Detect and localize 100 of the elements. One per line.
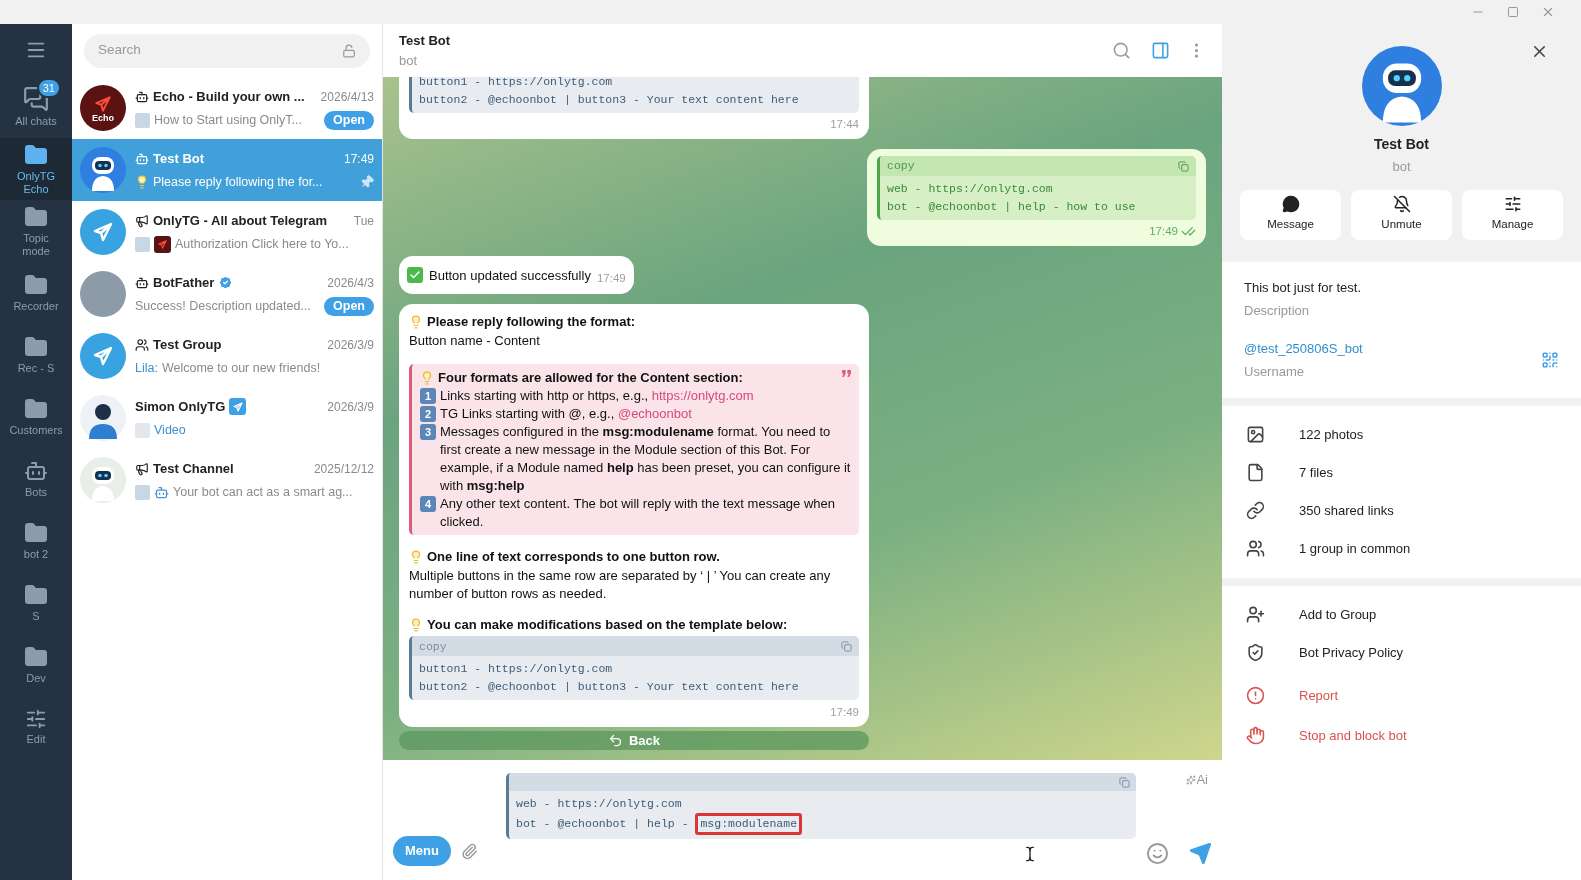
search-input[interactable]: Search <box>98 40 342 61</box>
send-icon[interactable] <box>1189 842 1212 865</box>
folder-tab[interactable]: Edit <box>0 696 72 758</box>
emoji-icon[interactable] <box>1146 842 1169 865</box>
media-row[interactable]: 350 shared links <box>1222 491 1581 530</box>
sparkle-icon <box>1186 774 1197 785</box>
profile-option[interactable]: Bot Privacy Policy <box>1222 633 1581 672</box>
copy-label: copy <box>419 638 447 655</box>
copy-icon[interactable] <box>1178 160 1189 172</box>
list-item-text: Links starting with http or https, e.g., https://onlytg.com <box>440 387 754 406</box>
folder-label: bot 2 <box>23 548 49 561</box>
username-link[interactable]: @test_250806S_bot <box>1244 338 1363 358</box>
message-time: 17:44 <box>830 116 859 132</box>
link[interactable]: @echoonbot <box>617 406 692 422</box>
bell-off-icon <box>1392 195 1411 214</box>
plane-logo-thumbnail <box>154 235 171 253</box>
chat-date: 2026/3/9 <box>327 336 374 354</box>
media-label: 1 group in common <box>1299 539 1411 558</box>
ai-button[interactable]: Ai <box>1196 770 1208 790</box>
copy-icon[interactable] <box>1119 776 1130 788</box>
folder-label: Customers <box>9 424 63 437</box>
side-panel-icon[interactable] <box>1151 41 1170 60</box>
folder-icon <box>24 397 48 421</box>
photo-placeholder <box>80 271 126 317</box>
file-icon <box>1246 463 1265 482</box>
chat-title: Test Bot <box>399 32 452 50</box>
chat-name: Test Group <box>153 335 222 354</box>
folder-icon <box>24 204 48 229</box>
folder-tab[interactable]: bot 2 <box>0 510 72 572</box>
chat-date: 2026/3/9 <box>327 398 374 416</box>
media-row[interactable]: 122 photos <box>1222 415 1581 454</box>
media-row[interactable]: 7 files <box>1222 453 1581 492</box>
folder-icon <box>24 645 48 669</box>
robot-icon <box>154 484 169 500</box>
profile-action-button[interactable]: Manage <box>1462 189 1563 240</box>
folder-tab[interactable]: S <box>0 572 72 634</box>
paper-plane-avatar <box>80 333 126 379</box>
search-icon[interactable] <box>1112 41 1131 60</box>
qr-code-icon[interactable] <box>1541 351 1559 369</box>
open-button[interactable]: Open <box>324 110 374 130</box>
folder-label: Edit <box>26 733 46 746</box>
message-input-field[interactable]: web - https://onlytg.com bot - @echoonbot | help - msg:modulename <box>506 773 1136 839</box>
folder-tab[interactable]: 31 All chats <box>0 76 72 138</box>
profile-option[interactable]: Add to Group <box>1222 595 1581 634</box>
message-text: Button updated successfully <box>429 266 591 285</box>
folder-tab[interactable]: OnlyTG Echo <box>0 138 72 200</box>
option-label: Report <box>1299 686 1339 705</box>
folder-icon <box>24 273 48 297</box>
list-item-text: TG Links starting with @, e.g., @echoonbot <box>440 405 692 424</box>
profile-action-button[interactable]: Message <box>1240 189 1341 240</box>
folder-label: OnlyTG Echo <box>16 169 56 196</box>
message-preview: Authorization Click here to Yo... <box>175 235 349 253</box>
copy-icon[interactable] <box>841 640 852 652</box>
folder-tab[interactable]: Customers <box>0 386 72 448</box>
code-line: button1 - https://onlytg.com <box>419 661 614 678</box>
option-label: Add to Group <box>1299 605 1377 624</box>
maximize-icon[interactable] <box>1507 6 1519 18</box>
media-row[interactable]: 1 group in common <box>1222 529 1581 568</box>
lightbulb-icon <box>420 370 434 385</box>
chat-list-item[interactable]: Test Bot 17:49 Please reply following the for... <box>72 139 382 201</box>
profile-option[interactable]: Stop and block bot <box>1222 715 1581 756</box>
chat-name: Test Bot <box>153 149 205 168</box>
message-text: Button name - Content <box>409 331 541 350</box>
chat-date: Tue <box>353 212 374 230</box>
image-icon <box>1246 425 1265 444</box>
lock-icon[interactable] <box>342 43 356 58</box>
megaphone-icon <box>135 461 149 476</box>
profile-action-button[interactable]: Unmute <box>1351 189 1452 240</box>
code-line: web - https://onlytg.com <box>516 796 682 812</box>
shield-check-icon <box>1246 643 1265 662</box>
folder-tab[interactable]: Rec - S <box>0 324 72 386</box>
sliders-icon <box>25 708 47 730</box>
folder-label: Bots <box>25 486 47 499</box>
open-button[interactable]: Open <box>324 296 374 316</box>
media-label: 350 shared links <box>1299 501 1394 520</box>
folder-icon <box>24 583 48 607</box>
chat-name: BotFather <box>153 273 215 292</box>
echo-logo-avatar: Echo <box>80 85 126 131</box>
bot-icon <box>135 275 149 290</box>
folder-tab[interactable]: Recorder <box>0 262 72 324</box>
video-thumbnail-placeholder <box>135 422 150 438</box>
number-key-icon: 2 <box>420 406 436 423</box>
inline-keyboard-button[interactable]: Back <box>399 730 869 750</box>
chat-subtitle: bot <box>399 51 419 70</box>
quote-heading: Four formats are allowed for the Content section: <box>438 368 743 387</box>
folder-tab[interactable]: Dev <box>0 634 72 696</box>
search-field[interactable]: Search <box>84 33 370 68</box>
attach-icon[interactable] <box>460 841 478 862</box>
code-line: bot - @echoonbot | help - how to use <box>887 199 1137 215</box>
code-line: button1 - https://onlytg.com <box>419 77 614 90</box>
code-line: button2 - @echoonbot | button3 - Your text content here <box>419 91 800 108</box>
message-preview: Please reply following the for... <box>153 173 323 191</box>
profile-option[interactable]: Report <box>1222 675 1581 716</box>
message-preview: How to Start using OnlyT... <box>154 111 302 129</box>
folder-tab[interactable]: Topic mode <box>0 200 72 262</box>
group-icon <box>1246 539 1265 558</box>
folder-icon <box>24 521 48 545</box>
menu-button[interactable]: Menu <box>393 836 451 866</box>
link[interactable]: https://onlytg.com <box>651 388 754 404</box>
folder-tab[interactable]: Bots <box>0 448 72 510</box>
